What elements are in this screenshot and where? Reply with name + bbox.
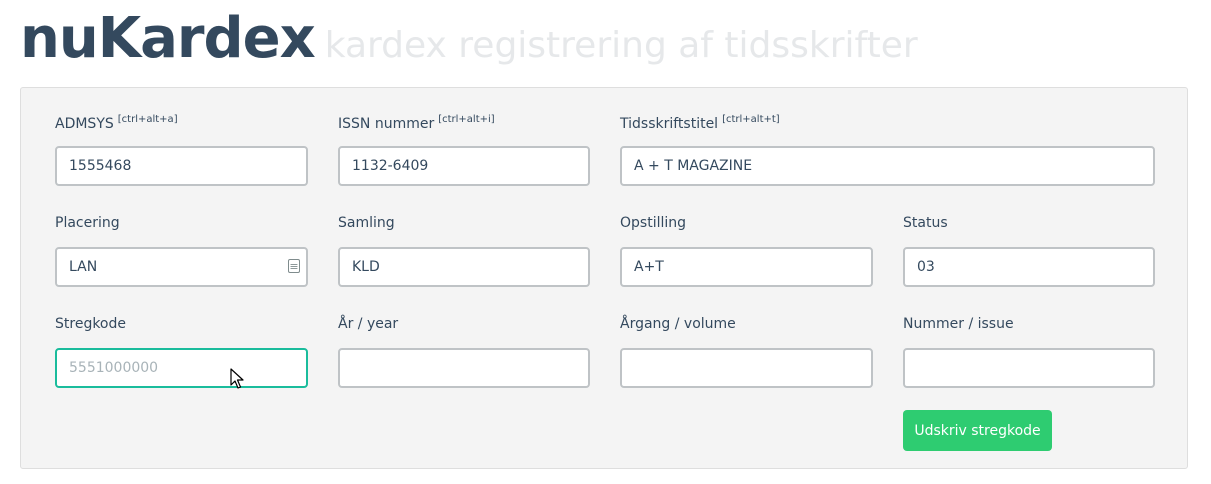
stregkode-field: Stregkode — [55, 316, 308, 388]
stregkode-label: Stregkode — [55, 316, 126, 332]
admsys-input[interactable] — [55, 146, 308, 186]
aar-label: År / year — [338, 316, 399, 332]
page-header: nuKardex kardex registrering af tidsskrif… — [20, 6, 918, 71]
nummer-label: Nummer / issue — [903, 316, 1014, 332]
issn-field: ISSN nummer [ctrl+alt+i] — [338, 114, 590, 186]
placering-label: Placering — [55, 215, 120, 231]
brand-title: nuKardex — [20, 6, 316, 71]
contact-card-icon[interactable]: ≡ — [288, 259, 300, 273]
admsys-field: ADMSYS [ctrl+alt+a] — [55, 114, 308, 186]
status-input[interactable] — [903, 247, 1155, 287]
aargang-label: Årgang / volume — [620, 316, 736, 332]
opstilling-field: Opstilling — [620, 215, 873, 287]
aar-field: År / year — [338, 316, 590, 388]
opstilling-input[interactable] — [620, 247, 873, 287]
aargang-field: Årgang / volume — [620, 316, 873, 388]
samling-field: Samling — [338, 215, 590, 287]
kardex-form: ADMSYS[ctrl+alt+a] ISSN nummer[ctrl+alt+… — [20, 87, 1188, 469]
admsys-label: ADMSYS — [55, 116, 114, 132]
titel-field: Tidsskriftstitel [ctrl+alt+t] — [620, 114, 1155, 186]
status-label: Status — [903, 215, 948, 231]
titel-label: Tidsskriftstitel — [620, 116, 719, 132]
samling-input[interactable] — [338, 247, 590, 287]
issn-label: ISSN nummer — [338, 116, 435, 132]
issn-input[interactable] — [338, 146, 590, 186]
titel-input[interactable] — [620, 146, 1155, 186]
samling-label: Samling — [338, 215, 395, 231]
mouse-pointer-icon — [230, 368, 244, 389]
status-field: Status — [903, 215, 1155, 287]
titel-shortcut: [ctrl+alt+t] — [722, 114, 780, 125]
page-subtitle: kardex registrering af tidsskrifter — [324, 25, 918, 66]
placering-field: Placering ≡ — [55, 215, 308, 287]
stregkode-input[interactable] — [55, 348, 308, 388]
issn-shortcut: [ctrl+alt+i] — [438, 114, 495, 125]
nummer-field: Nummer / issue — [903, 316, 1155, 388]
aargang-input[interactable] — [620, 348, 873, 388]
nummer-input[interactable] — [903, 348, 1155, 388]
print-barcode-button[interactable]: Udskriv stregkode — [903, 410, 1052, 451]
opstilling-label: Opstilling — [620, 215, 687, 231]
admsys-shortcut: [ctrl+alt+a] — [117, 114, 178, 125]
aar-input[interactable] — [338, 348, 590, 388]
placering-input[interactable] — [55, 247, 308, 287]
